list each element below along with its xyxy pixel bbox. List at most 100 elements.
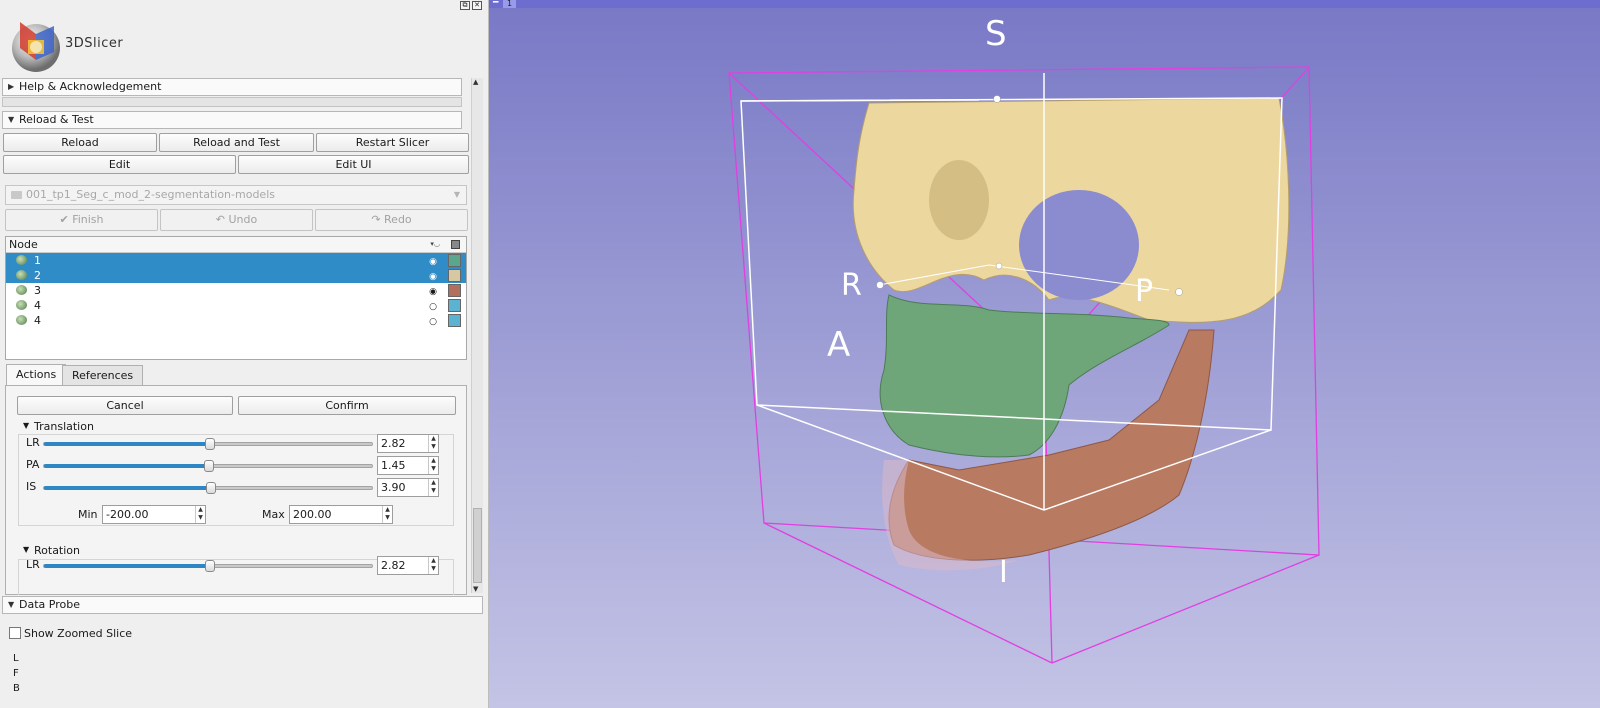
node-tree-header[interactable]: Node ▾◡ <box>6 237 466 253</box>
slider-fill <box>44 486 211 490</box>
tree-row-node[interactable]: 4 ○ <box>6 298 466 313</box>
float-panel-icon[interactable]: ⧉ <box>460 1 470 10</box>
slider-fill <box>44 464 209 468</box>
node-tree[interactable]: Node ▾◡ 1 ◉ 2 ◉ 3 ◉ 4 ○ 4 ○ <box>5 236 467 360</box>
spin-arrows-icon[interactable]: ▲ ▼ <box>195 506 205 523</box>
eye-closed-icon[interactable]: ○ <box>429 315 437 330</box>
box-handle-left[interactable] <box>876 281 884 289</box>
slider-value-field[interactable]: 1.45 ▲ ▼ <box>377 456 439 475</box>
reload-test-section-header[interactable]: ▼ Reload & Test <box>2 111 462 129</box>
node-column-header: Node <box>9 238 38 251</box>
help-section-header[interactable]: ▶ Help & Acknowledgement <box>2 78 462 96</box>
segmentation-selector[interactable]: 001_tp1_Seg_c_mod_2-segmentation-models … <box>5 185 467 205</box>
slider-value: 2.82 <box>381 437 406 450</box>
slider-value-field[interactable]: 2.82 ▲ ▼ <box>377 434 439 453</box>
slider-fill <box>44 442 210 446</box>
segmentation-selector-value: 001_tp1_Seg_c_mod_2-segmentation-models <box>26 188 275 201</box>
slider-handle[interactable] <box>203 460 214 472</box>
3d-scene[interactable] <box>489 0 1600 708</box>
slider-axis-label: LR <box>26 436 40 449</box>
slider-track[interactable] <box>43 560 373 572</box>
tree-row-label: 2 <box>34 269 41 282</box>
color-swatch[interactable] <box>448 254 461 267</box>
model-node-icon <box>16 270 27 280</box>
undo-button[interactable]: ↶ Undo <box>160 209 313 231</box>
edit-ui-button[interactable]: Edit UI <box>238 155 469 174</box>
spin-arrows-icon[interactable]: ▲ ▼ <box>428 557 438 574</box>
spin-arrows-icon[interactable]: ▲ ▼ <box>382 506 392 523</box>
expanded-arrow-icon: ▼ <box>8 115 15 124</box>
orientation-label-anterior: A <box>827 325 851 365</box>
reload-button[interactable]: Reload <box>3 133 157 152</box>
slider-value: 2.82 <box>381 559 406 572</box>
scroll-up-icon[interactable]: ▲ <box>473 78 478 86</box>
module-scrollbar[interactable]: ▲ ▼ <box>471 78 483 593</box>
min-label: Min <box>78 508 98 521</box>
confirm-button[interactable]: Confirm <box>238 396 456 415</box>
box-handle-right[interactable] <box>1175 288 1183 296</box>
close-panel-icon[interactable]: ✕ <box>472 1 482 10</box>
translation-title-label: Translation <box>34 420 94 433</box>
app-name: 3DSlicer <box>65 36 124 51</box>
slider-handle[interactable] <box>204 560 215 572</box>
show-zoomed-slice-checkbox[interactable] <box>9 627 21 639</box>
restart-slicer-button[interactable]: Restart Slicer <box>316 133 469 152</box>
max-field[interactable]: 200.00 ▲ ▼ <box>289 505 393 524</box>
tab-references[interactable]: References <box>62 365 144 385</box>
probe-line-1: L <box>13 653 19 664</box>
translation-group-title[interactable]: ▼ Translation <box>23 420 94 433</box>
color-column-icon <box>451 240 460 249</box>
edit-button[interactable]: Edit <box>3 155 236 174</box>
reload-test-section-title: Reload & Test <box>19 113 94 126</box>
model-node-icon <box>16 300 27 310</box>
tree-row-node[interactable]: 4 ○ <box>6 313 466 328</box>
sort-icon[interactable]: ▾◡ <box>430 237 440 252</box>
box-handle-top[interactable] <box>993 95 1001 103</box>
max-value: 200.00 <box>293 508 332 521</box>
tab-actions[interactable]: Actions <box>6 364 67 386</box>
spin-arrows-icon[interactable]: ▲ ▼ <box>428 479 438 496</box>
color-swatch[interactable] <box>448 269 461 282</box>
box-handle-center[interactable] <box>995 262 1003 270</box>
scroll-down-icon[interactable]: ▼ <box>473 585 478 593</box>
rotation-group-title[interactable]: ▼ Rotation <box>23 544 81 557</box>
redo-label: Redo <box>384 213 412 226</box>
color-swatch[interactable] <box>448 284 461 297</box>
undo-label: Undo <box>228 213 258 226</box>
min-field[interactable]: -200.00 ▲ ▼ <box>102 505 206 524</box>
tree-row-node[interactable]: 2 ◉ <box>6 268 466 283</box>
cancel-button[interactable]: Cancel <box>17 396 233 415</box>
slider-axis-label: LR <box>26 558 40 571</box>
data-probe-section-header[interactable]: ▼ Data Probe <box>2 596 483 614</box>
slider-value-field[interactable]: 3.90 ▲ ▼ <box>377 478 439 497</box>
rotation-title-label: Rotation <box>34 544 81 557</box>
tree-row-label: 1 <box>34 254 41 267</box>
redo-icon: ↷ <box>371 213 385 226</box>
spin-arrows-icon[interactable]: ▲ ▼ <box>428 457 438 474</box>
tree-row-node[interactable]: 3 ◉ <box>6 283 466 298</box>
help-section-body <box>2 97 462 107</box>
finish-label: Finish <box>72 213 104 226</box>
tree-row-label: 3 <box>34 284 41 297</box>
probe-line-2: F <box>13 668 19 679</box>
reload-and-test-button[interactable]: Reload and Test <box>159 133 314 152</box>
color-swatch[interactable] <box>448 299 461 312</box>
expanded-arrow-icon: ▼ <box>8 600 15 609</box>
slider-track[interactable] <box>43 482 373 494</box>
scrollbar-thumb[interactable] <box>473 508 482 583</box>
finish-button[interactable]: ✔ Finish <box>5 209 158 231</box>
slider-handle[interactable] <box>204 438 215 450</box>
slider-axis-label: IS <box>26 480 37 493</box>
redo-button[interactable]: ↷ Redo <box>315 209 468 231</box>
expanded-arrow-icon: ▼ <box>23 545 30 554</box>
spin-arrows-icon[interactable]: ▲ ▼ <box>428 435 438 452</box>
tree-row-node[interactable]: 1 ◉ <box>6 253 466 268</box>
slider-track[interactable] <box>43 460 373 472</box>
slider-track[interactable] <box>43 438 373 450</box>
slider-value-field[interactable]: 2.82 ▲ ▼ <box>377 556 439 575</box>
orientation-label-right: R <box>841 268 862 303</box>
color-swatch[interactable] <box>448 314 461 327</box>
3d-view[interactable]: ━ 1 S R P A I <box>489 0 1600 708</box>
tree-row-label: 4 <box>34 314 41 327</box>
slider-handle[interactable] <box>205 482 216 494</box>
